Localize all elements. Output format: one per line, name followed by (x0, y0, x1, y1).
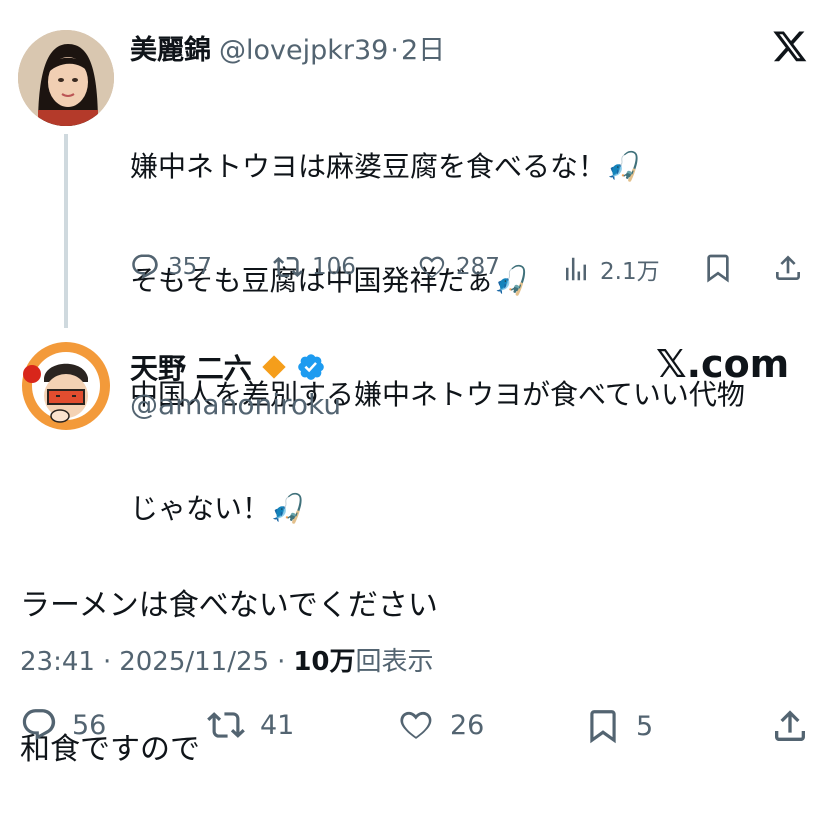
tweet-date[interactable]: 2025/11/25 (119, 647, 269, 677)
fishing-emoji-icon: 🎣 (606, 150, 641, 183)
analytics-icon (566, 257, 586, 281)
view-count-suffix: 回表示 (355, 647, 434, 677)
verified-badge-icon[interactable] (296, 352, 326, 382)
reply-icon (22, 709, 56, 741)
avatar-cartoon-image (18, 338, 114, 434)
thread-connector-line (64, 134, 68, 328)
main-share-button[interactable] (770, 706, 810, 750)
diamond-badge-icon (262, 355, 286, 379)
like-count: 287 (456, 254, 500, 280)
repost-button[interactable]: 106 (272, 252, 356, 282)
main-author-name[interactable]: 天野 二六 (130, 347, 252, 387)
main-bookmark-count: 5 (636, 710, 654, 742)
share-button[interactable] (772, 252, 804, 288)
timestamp-separator: · (102, 647, 112, 677)
like-button[interactable]: 287 (416, 252, 500, 282)
tweet-timestamp-row: 23:41 · 2025/11/25 · 10万回表示 (20, 641, 434, 678)
main-repost-button[interactable]: 41 (206, 706, 294, 744)
header-separator: · (390, 35, 399, 66)
avatar-portrait-image (18, 30, 114, 126)
bookmark-icon (590, 710, 616, 744)
main-like-count: 26 (450, 709, 485, 741)
view-count: 10万 (293, 647, 356, 677)
bookmark-button[interactable] (702, 252, 734, 288)
reply-count: 357 (168, 254, 212, 280)
tweet-time[interactable]: 23:41 (20, 647, 95, 677)
tweet-header: 美麗錦 @lovejpkr39 · 2日 (130, 28, 445, 67)
repost-icon (207, 712, 245, 738)
tweet-time-ago[interactable]: 2日 (401, 28, 445, 67)
main-author-avatar[interactable] (18, 338, 114, 434)
repost-count: 106 (312, 254, 356, 280)
heart-icon (419, 256, 445, 278)
views-count: 2.1万 (600, 259, 660, 285)
share-icon (775, 710, 805, 741)
main-tweet-line-1: ラーメンは食べないでください (20, 588, 438, 623)
main-tweet-header: 天野 二六 (130, 347, 326, 387)
main-bookmark-button[interactable]: 5 (584, 706, 653, 746)
author-handle[interactable]: @lovejpkr39 (219, 35, 388, 66)
x-com-label: 𝕏.com (656, 342, 790, 386)
x-logo-icon[interactable] (772, 28, 808, 64)
share-icon (776, 255, 800, 280)
main-reply-button[interactable]: 56 (20, 706, 106, 744)
main-repost-count: 41 (260, 709, 295, 741)
main-reply-count: 56 (72, 709, 107, 741)
views-button[interactable]: 2.1万 (560, 252, 660, 286)
bookmark-icon (707, 254, 729, 283)
heart-icon (400, 711, 432, 739)
reply-button[interactable]: 357 (130, 252, 212, 282)
view-count-row[interactable]: 10万回表示 (293, 641, 433, 678)
tweet-line-1: 嫌中ネトウヨは麻婆豆腐を食べるな！🎣 (130, 150, 641, 183)
repost-icon (273, 256, 303, 278)
author-name[interactable]: 美麗錦 (130, 28, 211, 67)
main-like-button[interactable]: 26 (396, 706, 484, 744)
author-avatar[interactable] (18, 30, 114, 126)
main-author-handle[interactable]: @amanoniroku (130, 388, 341, 421)
reply-icon (132, 254, 158, 279)
timestamp-separator: · (277, 647, 286, 677)
